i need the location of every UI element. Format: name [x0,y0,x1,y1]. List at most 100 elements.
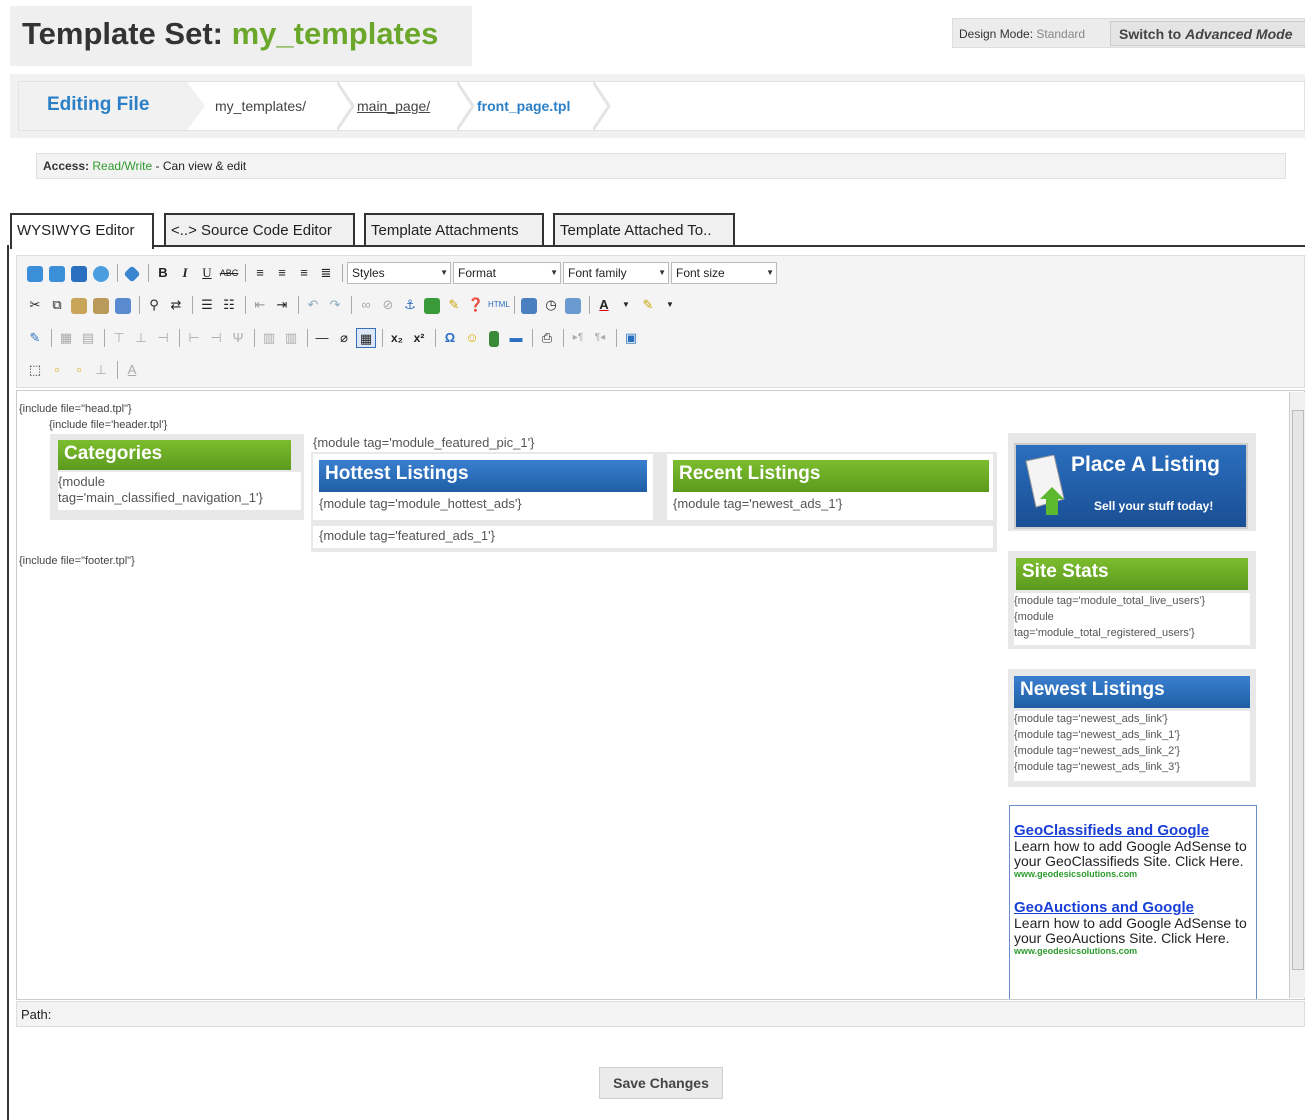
insert-date-icon[interactable] [519,295,539,315]
ad-link[interactable]: GeoAuctions and Google [1014,899,1252,916]
open-icon[interactable] [47,263,67,283]
merge-cells-icon[interactable]: ▥ [281,328,301,348]
site-stats-title: Site Stats [1016,558,1248,590]
redo-icon[interactable]: ↷ [325,295,345,315]
media-icon[interactable] [484,328,504,348]
special-char-icon[interactable]: Ω [440,328,460,348]
tag-icon[interactable] [122,263,142,283]
preview-icon[interactable] [563,295,583,315]
visual-aid-icon[interactable]: ▦ [356,328,376,348]
editor-border [7,245,9,1120]
format-select-label: Format [458,266,497,280]
editor-scrollbar[interactable] [1289,392,1305,998]
page-break-icon[interactable]: ▬ [506,328,526,348]
tab-source-code-editor[interactable]: <..> Source Code Editor [164,213,355,246]
align-center-icon[interactable]: ≡ [272,263,292,283]
paste-word-icon[interactable] [113,295,133,315]
paste-icon[interactable] [69,295,89,315]
col-before-icon[interactable]: ⊢ [184,328,204,348]
cut-icon[interactable]: ✂ [25,295,45,315]
move-forward-icon[interactable]: ▫ [47,360,67,380]
refresh-icon[interactable] [91,263,111,283]
link-icon[interactable]: ∞ [356,295,376,315]
paste-text-icon[interactable] [91,295,111,315]
wysiwyg-content-area[interactable]: {include file="head.tpl"} {include file=… [16,390,1305,1000]
col-after-icon[interactable]: ⊣ [206,328,226,348]
tab-wysiwyg-editor[interactable]: WYSIWYG Editor [10,213,154,249]
cleanup-icon[interactable]: ✎ [444,295,464,315]
outdent-icon[interactable]: ⇤ [250,295,270,315]
numbered-list-icon[interactable]: ☷ [219,295,239,315]
anchor-icon[interactable]: ⚓ [400,295,420,315]
text-color-icon[interactable]: A [594,295,614,315]
undo-icon[interactable]: ↶ [303,295,323,315]
delete-col-icon[interactable]: Ψ [228,328,248,348]
ad-link[interactable]: GeoClassifieds and Google [1014,822,1252,839]
italic-icon[interactable]: I [175,263,195,283]
new-document-icon[interactable] [25,263,45,283]
breadcrumb-separator [593,82,611,130]
delete-row-icon[interactable]: ⊣ [153,328,173,348]
styles-select[interactable]: Styles ▼ [347,262,451,284]
include-footer: {include file="footer.tpl"} [19,555,135,567]
html-icon[interactable]: HTML [488,295,510,315]
breadcrumb-item-main-page[interactable]: main_page/ [357,82,430,130]
breadcrumb-item-front-page[interactable]: front_page.tpl [477,82,570,130]
unlink-icon[interactable]: ⊘ [378,295,398,315]
edit-css-icon[interactable]: ✎ [25,328,45,348]
switch-mode-name: Advanced Mode [1185,26,1293,42]
switch-advanced-mode-button[interactable]: Switch to Advanced Mode [1110,21,1305,46]
rtl-icon[interactable]: ¶◂ [590,328,610,348]
replace-icon[interactable]: ⇄ [166,295,186,315]
bullet-list-icon[interactable]: ☰ [197,295,217,315]
save-changes-button[interactable]: Save Changes [599,1067,723,1099]
font-size-select[interactable]: Font size ▼ [671,262,777,284]
chevron-down-icon[interactable]: ▼ [660,295,680,315]
style-props-icon[interactable]: A [122,360,142,380]
categories-code: {module tag='main_classified_navigation_… [58,472,301,510]
toolbar-separator [254,329,255,347]
subscript-icon[interactable]: x₂ [387,328,407,348]
chevron-down-icon: ▼ [766,268,774,277]
tab-template-attached-to[interactable]: Template Attached To.. [553,213,735,246]
newest-line: {module tag='newest_ads_link_2'} [1014,745,1180,757]
strikethrough-icon[interactable]: ABC [219,263,239,283]
indent-icon[interactable]: ⇥ [272,295,292,315]
image-icon[interactable] [422,295,442,315]
split-cells-icon[interactable]: ▥ [259,328,279,348]
row-after-icon[interactable]: ⊥ [131,328,151,348]
print-icon[interactable]: ⎙ [537,328,557,348]
toolbar-separator [382,329,383,347]
horizontal-rule-icon[interactable]: — [312,328,332,348]
breadcrumb-separator [457,82,475,130]
underline-icon[interactable]: U [197,263,217,283]
absolute-icon[interactable]: ⊥ [91,360,111,380]
find-icon[interactable]: ⚲ [144,295,164,315]
insert-time-icon[interactable]: ◷ [541,295,561,315]
chevron-down-icon[interactable]: ▼ [616,295,636,315]
copy-icon[interactable]: ⧉ [47,295,67,315]
superscript-icon[interactable]: x² [409,328,429,348]
move-backward-icon[interactable]: ▫ [69,360,89,380]
scrollbar-thumb[interactable] [1292,410,1304,970]
help-icon[interactable]: ❓ [466,295,486,315]
remove-format-icon[interactable]: ⌀ [334,328,354,348]
place-listing-banner[interactable]: Place A Listing Sell your stuff today! [1014,443,1248,529]
save-icon[interactable] [69,263,89,283]
align-left-icon[interactable]: ≡ [250,263,270,283]
fullscreen-icon[interactable]: ▣ [621,328,641,348]
align-right-icon[interactable]: ≡ [294,263,314,283]
row-props-icon[interactable]: ▤ [78,328,98,348]
site-stats-box: Site Stats {module tag='module_total_liv… [1008,551,1256,649]
ltr-icon[interactable]: ▸¶ [568,328,588,348]
tab-template-attachments[interactable]: Template Attachments [364,213,544,246]
row-before-icon[interactable]: ⊤ [109,328,129,348]
font-family-select[interactable]: Font family ▼ [563,262,669,284]
table-icon[interactable]: ▦ [56,328,76,348]
insert-layer-icon[interactable]: ⬚ [25,360,45,380]
emoticon-icon[interactable]: ☺ [462,328,482,348]
background-color-icon[interactable]: ✎ [638,295,658,315]
align-justify-icon[interactable]: ≣ [316,263,336,283]
bold-icon[interactable]: B [153,263,173,283]
format-select[interactable]: Format ▼ [453,262,561,284]
